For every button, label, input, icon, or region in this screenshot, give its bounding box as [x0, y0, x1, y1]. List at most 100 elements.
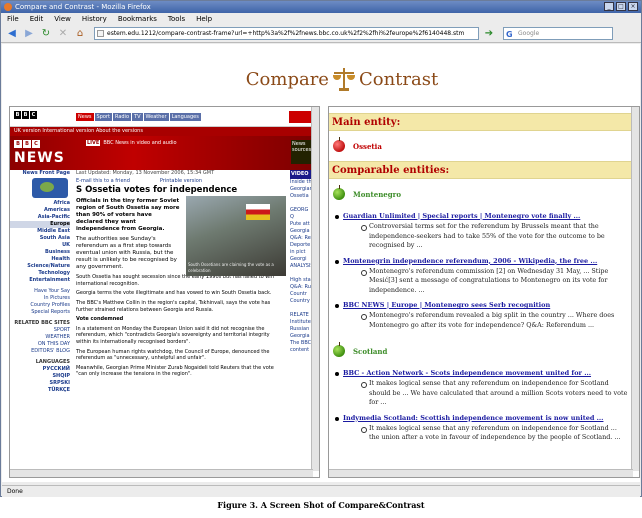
bbc-version-strip[interactable]: UK version International version About t…: [10, 127, 319, 136]
result-item: Montenegrin independence referendum, 200…: [335, 257, 639, 296]
google-icon: G: [506, 30, 513, 39]
maximize-button[interactable]: □: [616, 2, 626, 11]
article-paragraph: The European human rights watchdog, the …: [76, 348, 270, 362]
email-link[interactable]: E-mail this to a friend: [76, 178, 130, 185]
result-snippet: It makes logical sense that any referend…: [343, 379, 628, 408]
nav-related-heading: RELATED BBC SITES: [14, 320, 70, 326]
bbc-tab-radio[interactable]: Radio: [112, 113, 132, 121]
menu-file[interactable]: File: [7, 13, 19, 25]
nav-language-item[interactable]: SRPSKI: [10, 380, 70, 387]
status-bar: Done: [2, 485, 640, 497]
left-horizontal-scrollbar[interactable]: [10, 469, 313, 477]
main-entity-name[interactable]: Ossetia: [353, 142, 382, 151]
nav-language-item[interactable]: SHQIP: [10, 373, 70, 380]
address-text: estem.edu.1212/compare-contrast-frame?ur…: [107, 30, 465, 37]
nav-more-item[interactable]: Country Profiles: [10, 302, 70, 309]
menu-help[interactable]: Help: [196, 13, 212, 25]
menu-history[interactable]: History: [82, 13, 107, 25]
live-link[interactable]: LIVE BBC News in video and audio: [86, 140, 177, 146]
nav-item-middle-east[interactable]: Middle East: [10, 228, 70, 235]
result-link[interactable]: Guardian Unlimited | Special reports | M…: [343, 212, 639, 220]
reload-icon[interactable]: ↻: [39, 27, 53, 41]
bbc-tab-tv[interactable]: TV: [132, 113, 143, 121]
nav-language-item[interactable]: TÜRKÇE: [10, 387, 70, 394]
nav-more-item[interactable]: Have Your Say: [10, 288, 70, 295]
entity-row: Montenegro: [329, 179, 639, 209]
article-paragraph: Meanwhile, Georgian Prime Minister Zurab…: [76, 364, 274, 378]
logo-left-word: Compare: [245, 68, 329, 90]
nav-item-business[interactable]: Business: [10, 249, 70, 256]
minimize-button[interactable]: _: [604, 2, 614, 11]
left-vertical-scrollbar[interactable]: [311, 107, 319, 471]
result-link[interactable]: BBC - Action Network - Scots independenc…: [343, 369, 639, 377]
close-button[interactable]: ×: [628, 2, 638, 11]
menu-edit[interactable]: Edit: [30, 13, 44, 25]
result-link[interactable]: Montenegrin independence referendum, 200…: [343, 257, 639, 265]
nav-item-technology[interactable]: Technology: [10, 270, 70, 277]
forward-icon[interactable]: ▶: [22, 27, 36, 41]
article-photo: South Ossetians are claiming the vote as…: [186, 196, 286, 276]
menu-bookmarks[interactable]: Bookmarks: [118, 13, 157, 25]
nav-item-americas[interactable]: Americas: [10, 207, 70, 214]
nav-more-item[interactable]: In Pictures: [10, 295, 70, 302]
nav-item-health[interactable]: Health: [10, 256, 70, 263]
article-paragraph: In a statement on Monday the European Un…: [76, 325, 270, 345]
nav-site-item[interactable]: SPORT: [10, 327, 70, 334]
article-paragraph: The BBC's Matthew Collin in the region's…: [76, 299, 271, 313]
right-horizontal-scrollbar[interactable]: [329, 469, 633, 477]
entity-name[interactable]: Scotland: [353, 347, 387, 356]
back-icon[interactable]: ◀: [5, 27, 19, 41]
article-lead: Officials in the tiny former Soviet regi…: [76, 198, 180, 233]
nav-front-page[interactable]: News Front Page: [10, 170, 70, 177]
nav-item-asia-pacific[interactable]: Asia-Pacific: [10, 214, 70, 221]
result-item: BBC - Action Network - Scots independenc…: [335, 369, 639, 408]
stop-icon[interactable]: ✕: [56, 27, 70, 41]
result-list: BBC - Action Network - Scots independenc…: [329, 369, 639, 443]
bbc-logo: BBC: [14, 111, 37, 119]
window-title: Compare and Contrast - Mozilla Firefox: [15, 3, 151, 11]
logo-right-word: Contrast: [358, 68, 439, 90]
bbc-tab-news[interactable]: News: [76, 113, 94, 121]
nav-item-entertainment[interactable]: Entertainment: [10, 277, 70, 284]
article-headline: S Ossetia votes for independence: [76, 185, 238, 196]
home-icon[interactable]: ⌂: [73, 27, 87, 41]
nav-item-africa[interactable]: Africa: [10, 200, 70, 207]
nav-item-europe[interactable]: Europe: [10, 221, 70, 228]
nav-site-item[interactable]: ON THIS DAY: [10, 341, 70, 348]
result-link[interactable]: BBC NEWS | Europe | Montenegro sees Serb…: [343, 301, 639, 309]
print-link[interactable]: Printable version: [160, 178, 202, 185]
result-link[interactable]: Indymedia Scotland: Scottish independenc…: [343, 414, 639, 422]
go-icon[interactable]: ➔: [482, 27, 496, 41]
compare-contrast-logo: Compare Contrast: [242, 64, 442, 94]
bbc-tab-languages[interactable]: Languages: [169, 113, 201, 121]
main-entity-row: Ossetia: [329, 131, 639, 161]
nav-language-item[interactable]: РУССКИЙ: [10, 366, 70, 373]
result-list: Guardian Unlimited | Special reports | M…: [329, 212, 639, 330]
bbc-tab-sport[interactable]: Sport: [94, 113, 112, 121]
menu-tools[interactable]: Tools: [168, 13, 185, 25]
nav-item-south-asia[interactable]: South Asia: [10, 235, 70, 242]
last-updated: Last Updated: Monday, 13 November 2006, …: [76, 170, 215, 176]
result-item: BBC NEWS | Europe | Montenegro sees Serb…: [335, 301, 639, 330]
menu-view[interactable]: View: [54, 13, 71, 25]
entity-row: Scotland: [329, 336, 639, 366]
search-input[interactable]: G Google: [503, 27, 613, 40]
result-item: Indymedia Scotland: Scottish independenc…: [335, 414, 639, 443]
nav-site-item[interactable]: WEATHER: [10, 334, 70, 341]
nav-item-science-nature[interactable]: Science/Nature: [10, 263, 70, 270]
green-apple-icon: [333, 342, 345, 357]
bbc-left-nav: News Front Page Africa Americas Asia-Pacif…: [10, 170, 72, 394]
nav-item-uk[interactable]: UK: [10, 242, 70, 249]
red-apple-icon: [333, 137, 345, 152]
nav-more-item[interactable]: Special Reports: [10, 309, 70, 316]
right-vertical-scrollbar[interactable]: [631, 107, 639, 471]
scales-icon: [332, 66, 355, 92]
entity-name[interactable]: Montenegro: [353, 190, 401, 199]
bbc-tab-weather[interactable]: Weather: [143, 113, 169, 121]
article-paragraph: Georgia terms the vote illegitimate and …: [76, 290, 272, 297]
address-bar[interactable]: estem.edu.1212/compare-contrast-frame?ur…: [94, 27, 479, 40]
comparable-entities-heading: Comparable entities:: [329, 161, 639, 179]
nav-site-item[interactable]: EDITORS' BLOG: [10, 348, 70, 355]
bbc-news-banner: BBC NEWS LIVE BBC News in video and audio…: [10, 136, 319, 170]
title-bar: Compare and Contrast - Mozilla Firefox _…: [1, 1, 641, 13]
